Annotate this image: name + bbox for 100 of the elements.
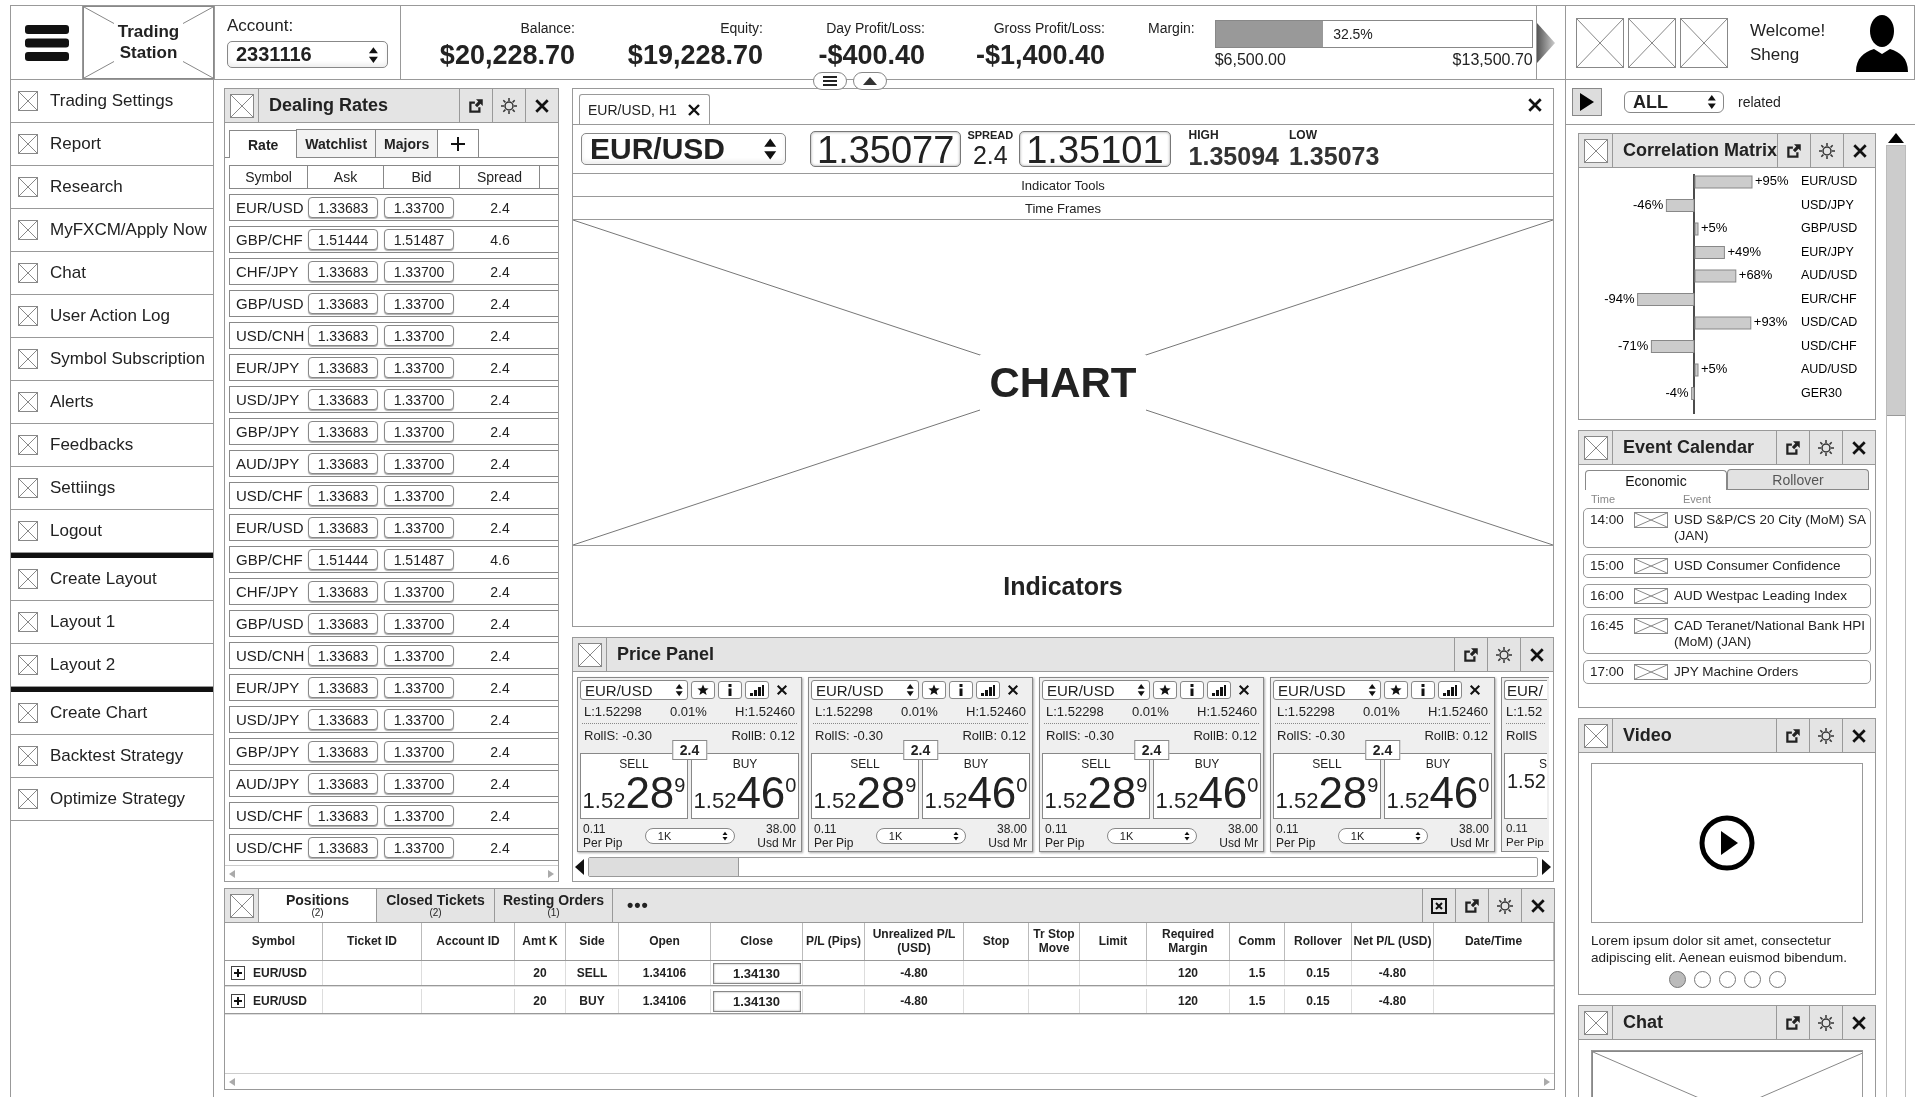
tab[interactable]: Rollover [1727, 469, 1869, 489]
sidebar-item[interactable]: Optimize Strategy [11, 778, 213, 821]
sidebar-item[interactable]: Settiings [11, 467, 213, 510]
more-button[interactable]: ••• [613, 889, 663, 922]
symbol-select[interactable]: EUR/ [1504, 680, 1547, 700]
ask-price-button[interactable]: 1.33683 [308, 709, 378, 730]
info-button[interactable] [949, 681, 973, 699]
sidebar-item[interactable]: Layout 1 [11, 601, 213, 644]
ask-price-button[interactable]: 1.33683 [308, 453, 378, 474]
sidebar-item[interactable]: Alerts [11, 381, 213, 424]
close-price-field[interactable]: 1.34130 [712, 990, 801, 1012]
ask-price-button[interactable]: 1.33683 [308, 421, 378, 442]
ask-price-button[interactable]: 1.33683 [308, 613, 378, 634]
tab[interactable]: Watchlist [296, 129, 377, 157]
bid-price-button[interactable]: 1.51487 [384, 229, 454, 250]
tab[interactable]: Majors [375, 129, 439, 157]
sidebar-item[interactable]: User Action Log [11, 295, 213, 338]
sidebar-item[interactable]: Symbol Subscription [11, 338, 213, 381]
amount-select[interactable]: 1K [1337, 828, 1428, 845]
ask-price-button[interactable]: 1.33683 [308, 389, 378, 410]
ask-price-button[interactable]: 1.33683 [308, 741, 378, 762]
page-dot[interactable] [1768, 970, 1786, 988]
ask-price-button[interactable]: 1.33683 [308, 261, 378, 282]
event-card[interactable]: 14:00 USD S&P/CS 20 City (MoM) SA (JAN) [1583, 508, 1871, 548]
symbol-select[interactable]: EUR/USD [580, 680, 688, 700]
ask-price-button[interactable]: 1.33683 [308, 645, 378, 666]
tab[interactable]: Economic [1585, 470, 1727, 490]
bid-price-button[interactable]: 1.51487 [384, 549, 454, 570]
ask-price-button[interactable]: 1.51444 [308, 229, 378, 250]
sidebar-item[interactable]: Chat [11, 252, 213, 295]
ask-price-button[interactable]: 1.51444 [308, 549, 378, 570]
amount-select[interactable]: 1K [644, 828, 735, 845]
bid-price-button[interactable]: 1.33700 [384, 421, 454, 442]
bid-price-button[interactable]: 1.33700 [384, 357, 454, 378]
ask-price-button[interactable]: 1.33683 [308, 677, 378, 698]
amount-select[interactable]: 1K [875, 828, 966, 845]
sidebar-item[interactable]: MyFXCM/Apply Now [11, 209, 213, 252]
sidebar-item[interactable]: Research [11, 166, 213, 209]
ask-price-button[interactable]: 1.33683 [308, 773, 378, 794]
ask-price-button[interactable]: 1.33683 [308, 485, 378, 506]
tab[interactable]: Rate [229, 130, 298, 158]
amount-select[interactable]: 1K [1106, 828, 1197, 845]
vertical-scrollbar[interactable] [1886, 145, 1906, 1097]
play-button[interactable] [1572, 88, 1602, 116]
event-card[interactable]: 16:00 AUD Westpac Leading Index [1583, 583, 1871, 608]
sidebar-item[interactable]: Create Layout [11, 558, 213, 601]
bid-price-button[interactable]: 1.33700 [384, 645, 454, 666]
page-dot[interactable] [1668, 970, 1686, 988]
close-price-field[interactable]: 1.34130 [712, 962, 801, 984]
page-dot[interactable] [1743, 970, 1761, 988]
info-button[interactable] [718, 681, 742, 699]
signal-button[interactable] [976, 681, 1000, 699]
bid-price-button[interactable]: 1.33700 [384, 197, 454, 218]
bid-price-button[interactable]: 1.33700 [384, 709, 454, 730]
favorite-button[interactable] [922, 681, 946, 699]
event-card[interactable]: 16:45 CAD Teranet/National Bank HPI (MoM) (JAN) [1583, 613, 1871, 654]
symbol-select[interactable]: EUR/USD [1273, 680, 1381, 700]
symbol-select[interactable]: EUR/USD [1042, 680, 1150, 700]
bid-price-button[interactable]: 1.33700 [384, 485, 454, 506]
sidebar-item[interactable]: Backtest Strategy [11, 735, 213, 778]
favorite-button[interactable] [691, 681, 715, 699]
play-icon[interactable] [1699, 815, 1755, 871]
bid-price-button[interactable]: 1.33700 [384, 261, 454, 282]
page-dot[interactable] [1718, 970, 1736, 988]
scroll-up-icon[interactable] [1888, 133, 1904, 143]
favorite-button[interactable] [1153, 681, 1177, 699]
bid-price-button[interactable]: 1.33700 [384, 581, 454, 602]
ask-price-button[interactable]: 1.33683 [308, 581, 378, 602]
info-button[interactable] [1180, 681, 1204, 699]
bid-price-button[interactable]: 1.33700 [384, 293, 454, 314]
sell-price[interactable]: 1.35077 [810, 131, 962, 167]
bid-price-button[interactable]: 1.33700 [384, 837, 454, 858]
symbol-select[interactable]: EUR/USD [581, 133, 786, 165]
ask-price-button[interactable]: 1.33683 [308, 837, 378, 858]
toolbar-strip[interactable]: Indicator Tools [573, 173, 1553, 196]
toolbar-strip[interactable]: Time Frames [573, 196, 1553, 219]
bid-price-button[interactable]: 1.33700 [384, 613, 454, 634]
collapse-button[interactable] [853, 72, 887, 90]
ask-price-button[interactable]: 1.33683 [308, 197, 378, 218]
page-dot[interactable] [1693, 970, 1711, 988]
sidebar-item[interactable]: Report [11, 123, 213, 166]
bid-price-button[interactable]: 1.33700 [384, 741, 454, 762]
arrow-icon[interactable] [1537, 22, 1555, 63]
filter-select[interactable]: ALL [1624, 91, 1724, 113]
ask-price-button[interactable]: 1.33683 [308, 805, 378, 826]
tab[interactable]: Positions (2) [259, 889, 377, 922]
event-card[interactable]: 15:00 USD Consumer Confidence [1583, 553, 1871, 578]
scroll-left-icon[interactable] [575, 859, 584, 875]
horizontal-scrollbar[interactable] [225, 1073, 1554, 1089]
bid-price-button[interactable]: 1.33700 [384, 517, 454, 538]
sidebar-item[interactable]: Create Chart [11, 692, 213, 735]
sell-button[interactable]: S 1.52 [1504, 753, 1547, 819]
favorite-button[interactable] [1384, 681, 1408, 699]
ask-price-button[interactable]: 1.33683 [308, 357, 378, 378]
event-card[interactable]: 17:00 JPY Machine Orders [1583, 659, 1871, 684]
expand-button[interactable] [231, 994, 245, 1008]
signal-button[interactable] [1438, 681, 1462, 699]
bid-price-button[interactable]: 1.33700 [384, 325, 454, 346]
bid-price-button[interactable]: 1.33700 [384, 389, 454, 410]
ask-price-button[interactable]: 1.33683 [308, 325, 378, 346]
